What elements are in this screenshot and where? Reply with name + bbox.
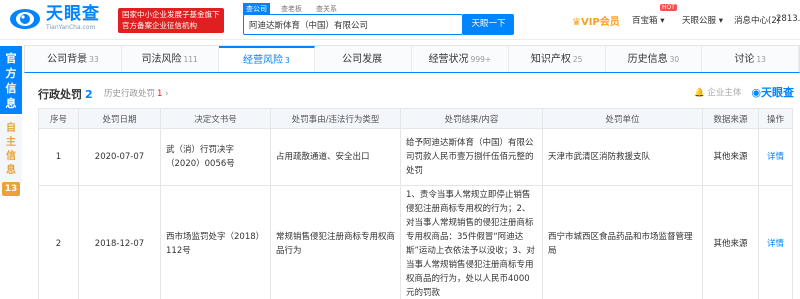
penalty-authority: 天津市武清区消防救援支队 (542, 128, 703, 186)
detail-link[interactable]: 详情 (758, 185, 793, 299)
section-title: 行政处罚 2 (38, 88, 93, 101)
column-header: 处罚单位 (542, 108, 703, 129)
table-row: 2 2018-12-07 西市场监罚处字（2018）112号 常规销售侵犯注册商… (38, 185, 793, 299)
logo-domain: TianYanCha.com (46, 24, 96, 31)
chevron-down-icon: ▾ (718, 16, 723, 26)
top-header: 天眼查 TianYanCha.com 国家中小企业发展子基金旗下 官方备案企业征… (0, 0, 800, 40)
user-account[interactable]: 2813... (776, 14, 800, 24)
column-header: 操作 (758, 108, 793, 129)
nav-messages[interactable]: 消息中心(2) (734, 14, 780, 26)
tab-ip[interactable]: 知识产权 25 (509, 46, 606, 72)
tab-background[interactable]: 公司背景 33 (25, 46, 122, 72)
brand-watermark: ◉天眼查 (751, 86, 794, 99)
penalty-authority: 西宁市城西区食品药品和市场监督管理局 (542, 185, 703, 299)
tab-operation-status[interactable]: 经营状况 999+ (412, 46, 509, 72)
column-header: 处罚事由/违法行为类型 (270, 108, 401, 129)
logo[interactable]: 天眼查 TianYanCha.com (8, 5, 100, 32)
side-tab-self[interactable]: 自 主 信 息 13 (0, 116, 22, 196)
decision-number: 武（消）行罚决字（2020）0056号 (160, 128, 271, 186)
nav-gongfu[interactable]: 天眼公服 ▾ (682, 14, 723, 26)
vip-link[interactable]: ♛VIP会员 (572, 13, 620, 28)
penalty-result: 1、责令当事人常规立即停止销售侵犯注册商标专用权的行为；2、对当事人常规销售的侵… (400, 185, 543, 299)
side-tab-official[interactable]: 官 方 信 息 (0, 46, 22, 114)
column-header: 数据来源 (702, 108, 759, 129)
search-button[interactable]: 天眼一下 (463, 14, 514, 35)
tab-history[interactable]: 历史信息 30 (606, 46, 703, 72)
nav-toolbox[interactable]: 百宝箱 ▾ (632, 14, 665, 26)
slogan-badge: 国家中小企业发展子基金旗下 官方备案企业征信机构 (118, 8, 224, 33)
bell-icon: 🔔 (694, 88, 705, 98)
tab-discussion[interactable]: 讨论 13 (702, 46, 799, 72)
eye-logo-icon (10, 8, 40, 29)
table-row: 1 2020-07-07 武（消）行罚决字（2020）0056号 占用疏散通道、… (38, 128, 793, 186)
column-header: 决定文书号 (160, 108, 271, 129)
self-count-badge: 13 (2, 182, 20, 196)
decision-number: 西市场监罚处字（2018）112号 (160, 185, 271, 299)
crown-icon: ♛ (572, 17, 581, 28)
section-header: 行政处罚 2 历史行政处罚 1 › 🔔 企业主体 ◉天眼查 (24, 74, 800, 107)
row-index: 2 (38, 185, 79, 299)
penalty-reason: 占用疏散通道、安全出口 (270, 128, 401, 186)
row-index: 1 (38, 128, 79, 186)
column-header: 序号 (38, 108, 79, 129)
hot-badge: HOT (660, 4, 677, 11)
search-input[interactable]: 阿迪达斯体育（中国）有限公司 (243, 14, 463, 35)
penalty-date: 2018-12-07 (78, 185, 161, 299)
penalty-reason: 常规销售侵犯注册商标专用权商品行为 (270, 185, 401, 299)
chevron-down-icon: ▾ (660, 16, 665, 26)
data-source: 其他来源 (702, 128, 759, 186)
penalty-result: 给予阿迪达斯体育（中国）有限公司罚款人民币壹万捌仟伍佰元整的处罚 (400, 128, 543, 186)
tab-judicial-risk[interactable]: 司法风险 111 (122, 46, 219, 72)
enterprise-entity-link[interactable]: 🔔 企业主体 (694, 86, 741, 98)
logo-text: 天眼查 (46, 4, 100, 24)
tab-operation-risk[interactable]: 经营风险 3 (218, 46, 316, 72)
column-header: 处罚结果/内容 (400, 108, 543, 129)
tab-development[interactable]: 公司发展 (315, 46, 412, 72)
detail-link[interactable]: 详情 (758, 128, 793, 186)
history-penalty-link[interactable]: 历史行政处罚 1 › (104, 87, 169, 99)
eye-logo-icon: ◉ (751, 86, 761, 99)
penalty-date: 2020-07-07 (78, 128, 161, 186)
category-tabs: 公司背景 33 司法风险 111 经营风险 3 公司发展 经营状况 999+ 知识产权 2… (24, 45, 800, 73)
data-source: 其他来源 (702, 185, 759, 299)
chevron-right-icon: › (165, 89, 169, 99)
penalty-table: 序号 处罚日期 决定文书号 处罚事由/违法行为类型 处罚结果/内容 处罚单位 数… (38, 108, 793, 299)
table-header-row: 序号 处罚日期 决定文书号 处罚事由/违法行为类型 处罚结果/内容 处罚单位 数… (38, 108, 793, 129)
column-header: 处罚日期 (78, 108, 161, 129)
